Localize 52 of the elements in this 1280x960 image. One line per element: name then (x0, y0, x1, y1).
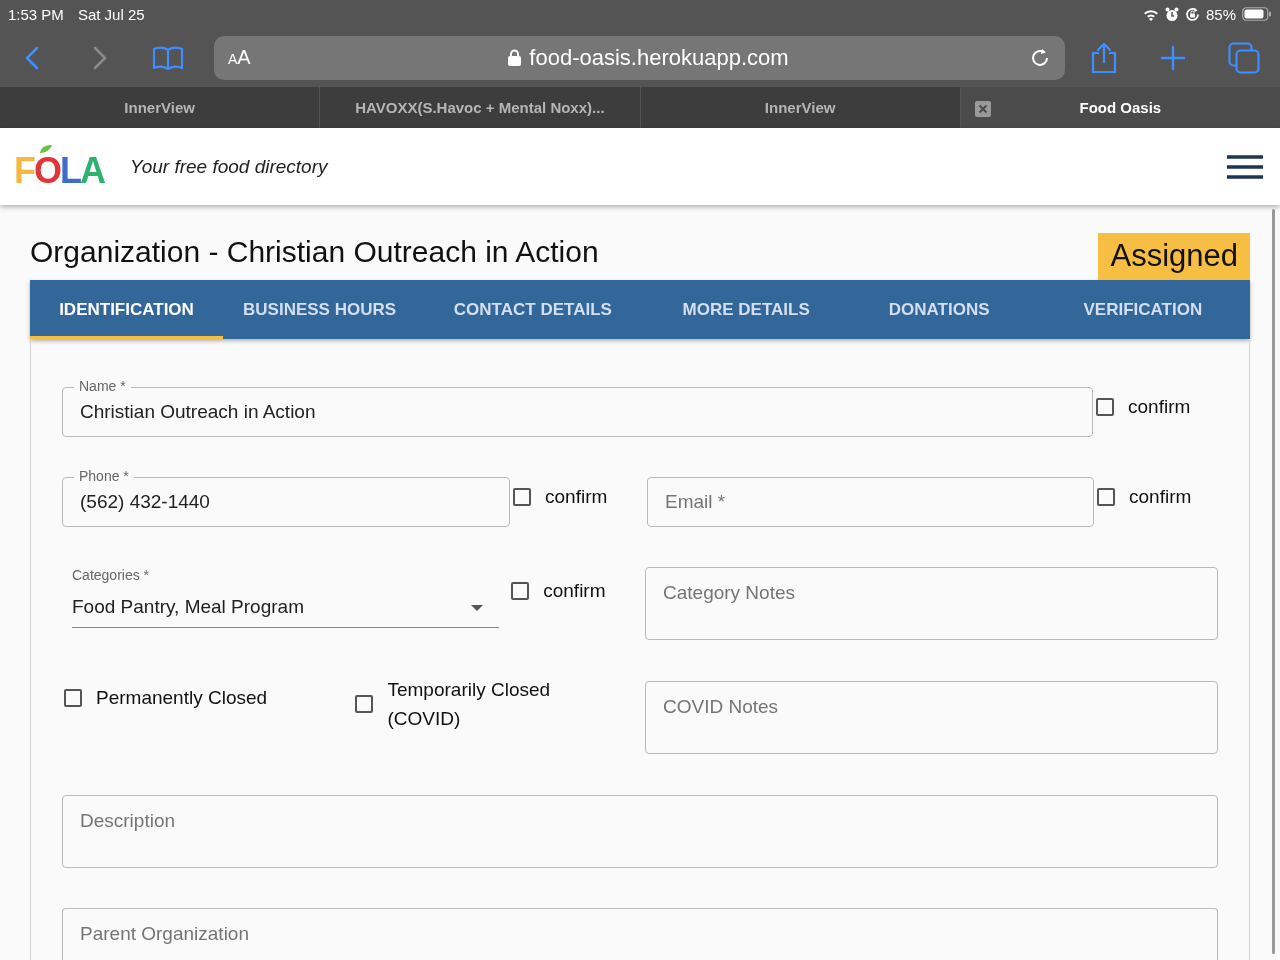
field-label: Name * (74, 378, 131, 394)
categories-select[interactable]: Categories * Food Pantry, Meal Program (72, 567, 500, 628)
category-notes-field[interactable]: Category Notes (645, 567, 1218, 640)
new-tab-icon[interactable] (1160, 44, 1186, 71)
checkbox-label: confirm (1129, 486, 1192, 508)
checkbox[interactable] (511, 582, 530, 600)
alarm-clock-icon (1164, 6, 1179, 22)
browser-tab[interactable]: Food Oasis (960, 87, 1280, 128)
form-tab[interactable]: BUSINESS HOURS (223, 280, 417, 339)
form-tab[interactable]: DONATIONS (842, 280, 1036, 339)
form-tab[interactable]: IDENTIFICATION (30, 280, 224, 339)
checkbox-label: confirm (543, 580, 606, 602)
rotation-lock-icon (1184, 6, 1200, 22)
email-field[interactable]: Email * (647, 477, 1094, 527)
wifi-icon (1142, 7, 1159, 21)
leaf-icon (39, 144, 53, 154)
reload-icon[interactable] (1029, 46, 1051, 69)
address-bar-url[interactable]: food-oasis.herokuapp.com (529, 44, 789, 71)
tabs-overview-icon[interactable] (1228, 41, 1260, 74)
share-icon[interactable] (1090, 41, 1118, 74)
checkbox[interactable] (1097, 488, 1115, 506)
scroll-bar[interactable] (1272, 209, 1275, 954)
battery-icon (1242, 7, 1272, 21)
menu-icon[interactable] (1226, 153, 1264, 180)
checkbox-label: Permanently Closed (96, 687, 268, 709)
form-tab[interactable]: MORE DETAILS (649, 280, 843, 339)
close-icon[interactable] (974, 101, 991, 117)
checkbox[interactable] (1096, 398, 1114, 416)
status-time: 1:53 PM (8, 5, 64, 23)
description-field[interactable]: Description (62, 795, 1218, 868)
lock-icon (508, 49, 522, 66)
tagline: Your free food directory (130, 155, 330, 178)
field-label: Categories * (72, 567, 150, 583)
status-badge: Assigned (1098, 233, 1250, 280)
checkbox-label: confirm (545, 486, 608, 508)
page-title: Organization - Christian Outreach in Action (30, 235, 599, 269)
battery-percentage: 85% (1205, 5, 1236, 23)
logo[interactable]: FOLA (14, 144, 104, 189)
checkbox[interactable] (355, 695, 374, 713)
field-label: Phone * (74, 468, 134, 484)
checkbox[interactable] (513, 488, 531, 506)
checkbox-label: confirm (1128, 396, 1191, 418)
dropdown-caret-icon (471, 605, 484, 611)
parent-organization-field[interactable]: Parent Organization (62, 908, 1218, 960)
form-tab[interactable]: VERIFICATION (1035, 280, 1250, 339)
checkbox[interactable] (64, 689, 82, 707)
form-tab[interactable]: CONTACT DETAILS (416, 280, 650, 339)
text-size-button[interactable]: AA (228, 46, 268, 69)
book-icon[interactable] (152, 44, 184, 71)
covid-notes-field[interactable]: COVID Notes (645, 681, 1218, 754)
checkbox-label: Temporarily Closed (COVID) (387, 678, 552, 731)
status-date: Sat Jul 25 (77, 5, 145, 23)
